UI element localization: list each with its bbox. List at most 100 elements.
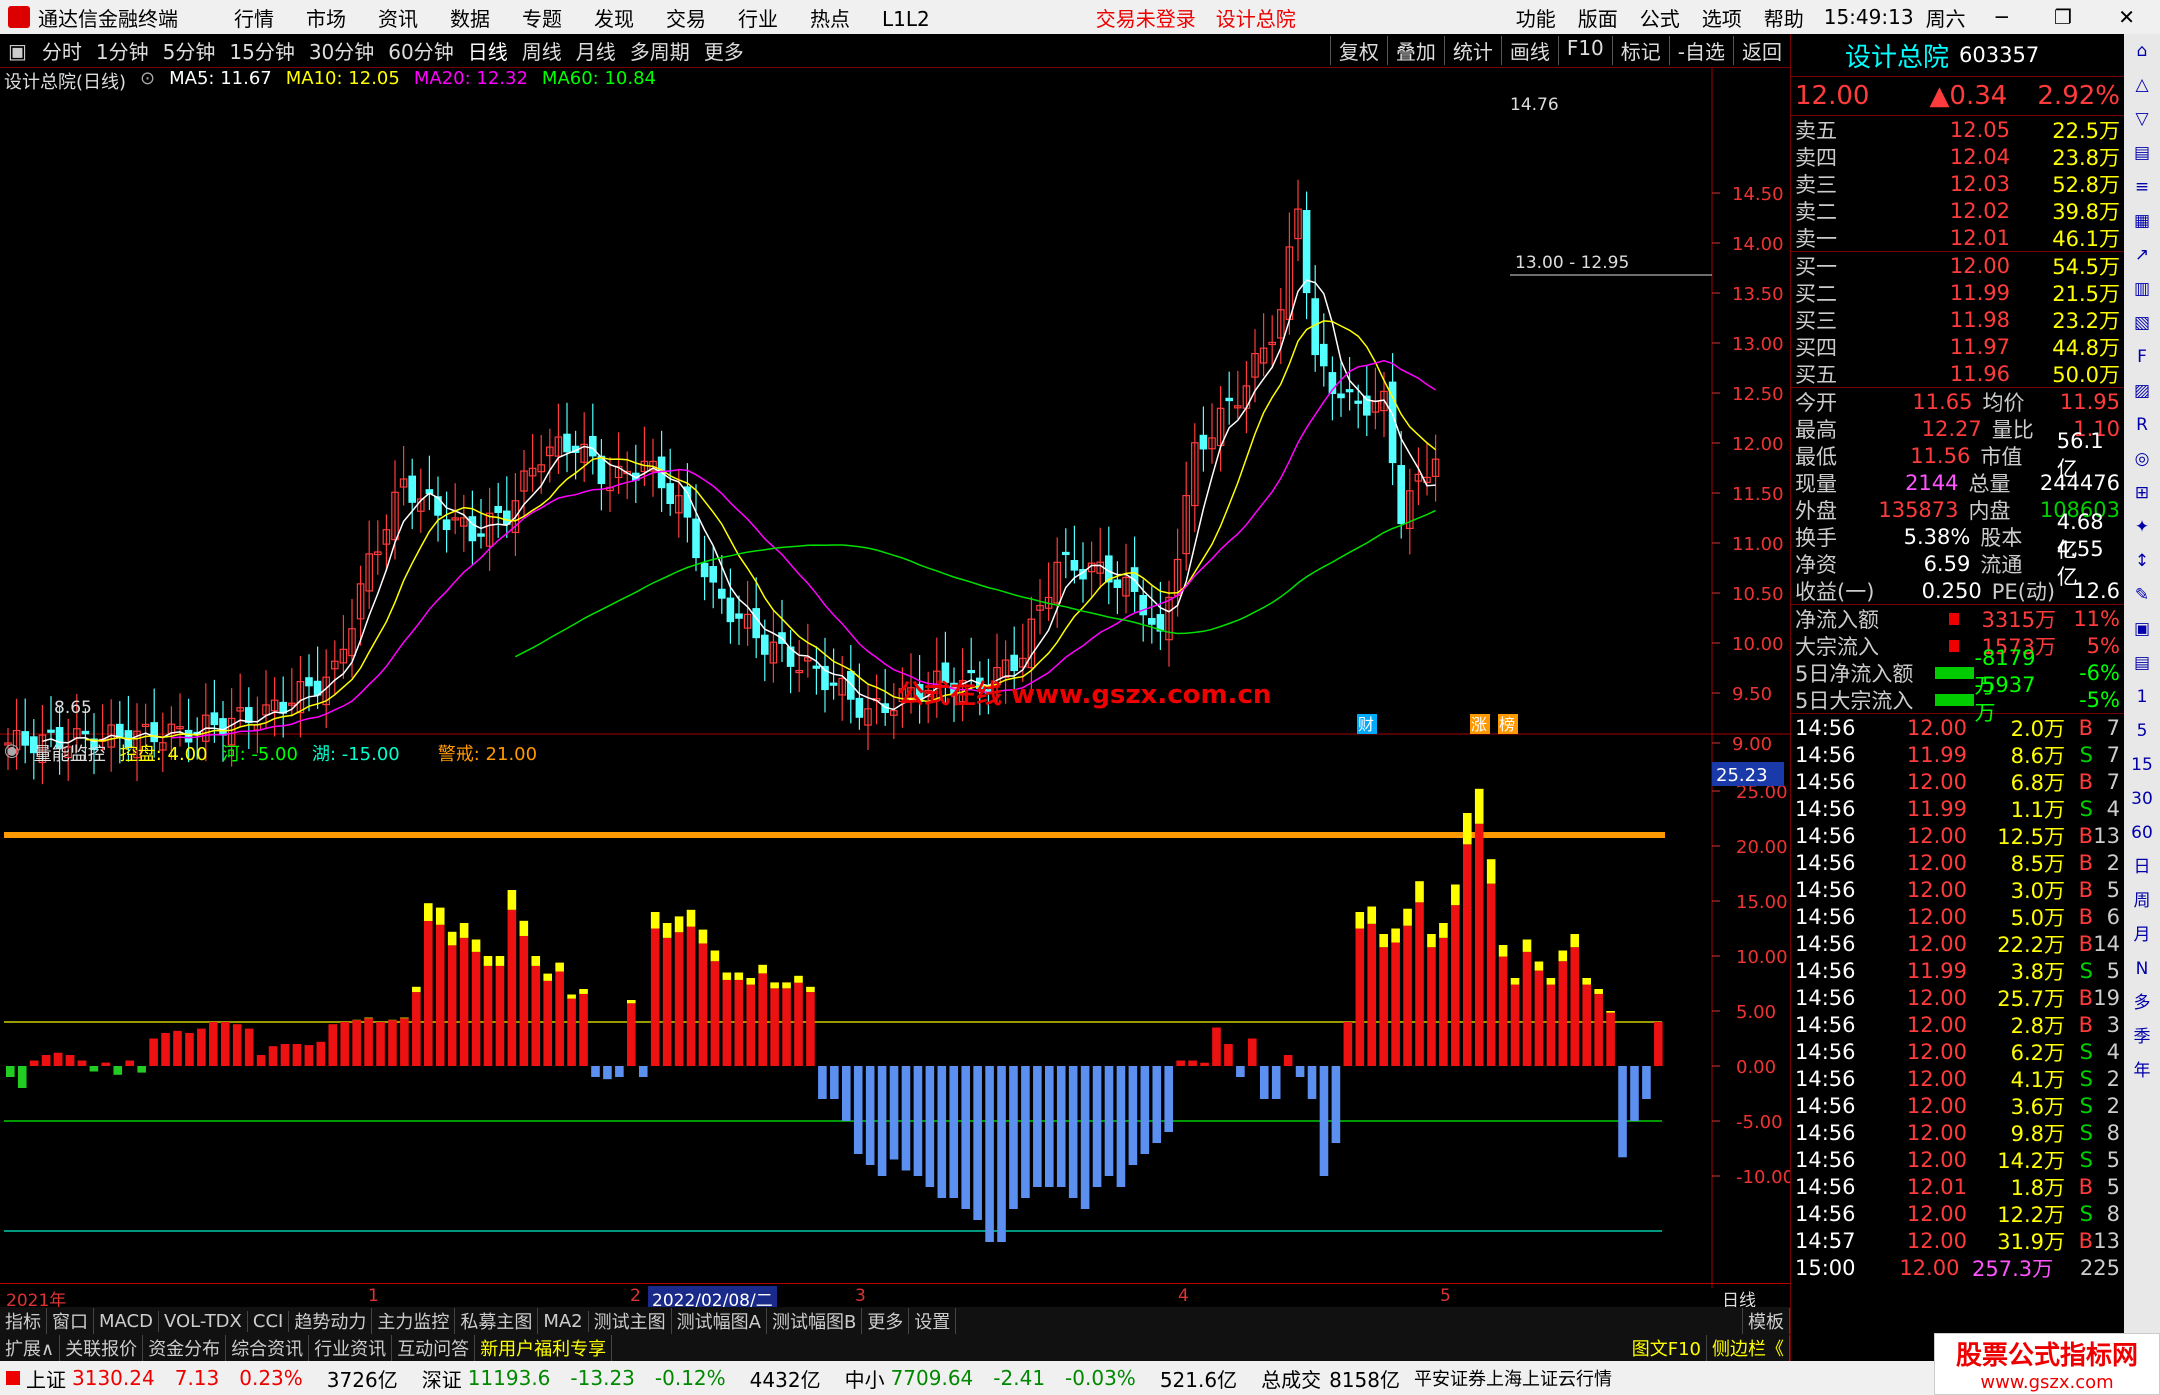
menu-1[interactable]: 市场 — [306, 7, 346, 31]
tab-6[interactable]: 主力监控 — [372, 1308, 456, 1334]
side-period-1[interactable]: 周 — [2134, 884, 2151, 918]
tab-10[interactable]: 测试幅图A — [672, 1308, 767, 1334]
menu-6[interactable]: 交易 — [666, 7, 706, 31]
settings-icon[interactable]: ⊙ — [140, 68, 155, 96]
event-tag[interactable]: 榜 — [1499, 715, 1515, 734]
ext-tab-7[interactable]: 图文F10 — [1627, 1335, 1707, 1361]
side-period-3[interactable]: N — [2136, 952, 2149, 986]
stat-row[interactable]: 净资 6.59 流通 4.55亿 — [1791, 537, 2124, 589]
period-tab-3[interactable]: 15分钟 — [222, 36, 301, 65]
menu-7[interactable]: 行业 — [738, 7, 778, 31]
bid-row[interactable]: 买四 11.97 44.8万 — [1791, 333, 2124, 360]
window-controls[interactable]: ─ ❐ ✕ — [1996, 5, 2155, 29]
side-period-6[interactable]: 年 — [2134, 1054, 2151, 1088]
period-tab-9[interactable]: 多周期 — [623, 36, 697, 65]
ext-tab-2[interactable]: 资金分布 — [143, 1335, 227, 1361]
tab-12[interactable]: 更多 — [862, 1308, 910, 1334]
ext-tab-5[interactable]: 互动问答 — [392, 1335, 476, 1361]
tool-7[interactable]: 返回 — [1733, 36, 1790, 65]
zx-name[interactable]: 中小 — [845, 1364, 885, 1393]
ext-tab-4[interactable]: 行业资讯 — [309, 1335, 393, 1361]
bid-row[interactable]: 买二 11.99 21.5万 — [1791, 279, 2124, 306]
side-tool-icon[interactable]: ▤ — [2134, 646, 2150, 680]
sh-name[interactable]: 上证 — [26, 1364, 66, 1393]
tool-3[interactable]: 画线 — [1500, 36, 1558, 65]
side-tool-icon[interactable]: 30 — [2131, 782, 2153, 816]
side-tool-icon[interactable]: ▤ — [2134, 136, 2150, 170]
ext-tab-3[interactable]: 综合资讯 — [226, 1335, 310, 1361]
tab-2[interactable]: MACD — [94, 1310, 159, 1332]
tab-13[interactable]: 设置 — [909, 1308, 957, 1334]
side-tool-icon[interactable]: △ — [2135, 68, 2148, 102]
stat-row[interactable]: 收益(一) 0.250 PE(动) 12.6 — [1791, 577, 2124, 604]
side-tool-icon[interactable]: ≡ — [2135, 170, 2149, 204]
ext-tab-0[interactable]: 扩展∧ — [0, 1335, 61, 1361]
period-tab-8[interactable]: 月线 — [569, 36, 623, 65]
side-tool-icon[interactable]: ↗ — [2135, 238, 2149, 272]
menu-5[interactable]: 发现 — [594, 7, 634, 31]
trade-status[interactable]: 交易未登录 — [1096, 3, 1196, 32]
side-tool-icon[interactable]: ▣ — [2134, 612, 2150, 646]
tick-list[interactable]: 14:56 12.00 2.0万 B 7 14:56 11.99 8.6万 S 7 14:56 12.… — [1791, 713, 2124, 1281]
side-tool-icon[interactable]: 1 — [2137, 680, 2148, 714]
tool-2[interactable]: 统计 — [1443, 36, 1501, 65]
period-tab-5[interactable]: 60分钟 — [381, 36, 460, 65]
side-tool-icon[interactable]: 15 — [2131, 748, 2153, 782]
stat-row[interactable]: 最低 11.56 市值 56.1亿 — [1791, 429, 2124, 481]
side-tool-icon[interactable]: ▦ — [2134, 204, 2150, 238]
ask-row[interactable]: 卖四 12.04 23.8万 — [1791, 143, 2124, 170]
menu-9[interactable]: L1L2 — [882, 7, 930, 31]
side-tool-icon[interactable]: 5 — [2137, 714, 2148, 748]
side-tool-icon[interactable]: ▧ — [2134, 306, 2150, 340]
side-tool-icon[interactable]: ◎ — [2135, 442, 2150, 476]
side-period-5[interactable]: 季 — [2134, 1020, 2151, 1054]
event-tag[interactable]: 财 — [1358, 715, 1374, 734]
ask-row[interactable]: 卖一 12.01 46.1万 — [1791, 224, 2124, 251]
tab-14[interactable]: 模板 — [1742, 1308, 1790, 1334]
side-period-0[interactable]: 日 — [2134, 850, 2151, 884]
side-tool-icon[interactable]: ✎ — [2135, 578, 2149, 612]
side-tool-icon[interactable]: ↕ — [2135, 544, 2149, 578]
side-tool-icon[interactable]: ⌂ — [2137, 34, 2148, 68]
period-tab-2[interactable]: 5分钟 — [156, 36, 223, 65]
right-menu-4[interactable]: 帮助 — [1764, 3, 1804, 32]
tool-6[interactable]: -自选 — [1668, 36, 1733, 65]
period-tab-6[interactable]: 日线 — [461, 36, 515, 65]
sz-name[interactable]: 深证 — [422, 1364, 462, 1393]
tab-8[interactable]: MA2 — [538, 1310, 589, 1332]
side-period-4[interactable]: 多 — [2134, 986, 2151, 1020]
tool-1[interactable]: 叠加 — [1386, 36, 1444, 65]
bid-row[interactable]: 买一 12.00 54.5万 — [1791, 252, 2124, 279]
period-tab-7[interactable]: 周线 — [515, 36, 569, 65]
side-tool-icon[interactable]: ▨ — [2134, 374, 2150, 408]
side-tool-icon[interactable]: R — [2136, 408, 2148, 442]
tab-9[interactable]: 测试主图 — [589, 1308, 672, 1334]
bid-row[interactable]: 买五 11.96 50.0万 — [1791, 360, 2124, 387]
indicator-toggle-icon[interactable]: ◉ — [4, 740, 20, 768]
period-tab-1[interactable]: 1分钟 — [89, 36, 156, 65]
right-menu-1[interactable]: 版面 — [1578, 3, 1618, 32]
side-tool-icon[interactable]: ▥ — [2134, 272, 2150, 306]
side-tool-icon[interactable]: F — [2137, 340, 2147, 374]
tab-0[interactable]: 指标 — [0, 1308, 47, 1334]
side-period-2[interactable]: 月 — [2134, 918, 2151, 952]
stat-row[interactable]: 今开 11.65 均价 11.95 — [1791, 388, 2124, 415]
ext-tab-8[interactable]: 侧边栏《 — [1707, 1335, 1790, 1361]
tool-4[interactable]: F10 — [1557, 36, 1612, 65]
period-tab-10[interactable]: 更多 — [697, 36, 751, 65]
ext-tab-6[interactable]: 新用户福利专享 — [475, 1335, 613, 1361]
tool-0[interactable]: 复权 — [1329, 36, 1387, 65]
ask-row[interactable]: 卖三 12.03 52.8万 — [1791, 170, 2124, 197]
tab-1[interactable]: 窗口 — [47, 1308, 94, 1334]
menu-4[interactable]: 专题 — [522, 7, 562, 31]
ext-tab-1[interactable]: 关联报价 — [60, 1335, 144, 1361]
chart-area[interactable]: 14.50 14.00 13.50 13.00 12.50 12.00 11.50 11.00… — [0, 68, 1794, 1288]
ask-row[interactable]: 卖二 12.02 39.8万 — [1791, 197, 2124, 224]
menu-8[interactable]: 热点 — [810, 7, 850, 31]
right-menu-2[interactable]: 公式 — [1640, 3, 1680, 32]
menu-3[interactable]: 数据 — [450, 7, 490, 31]
side-tool-icon[interactable]: ✦ — [2135, 510, 2149, 544]
bid-row[interactable]: 买三 11.98 23.2万 — [1791, 306, 2124, 333]
period-tab-4[interactable]: 30分钟 — [302, 36, 381, 65]
tool-5[interactable]: 标记 — [1611, 36, 1669, 65]
